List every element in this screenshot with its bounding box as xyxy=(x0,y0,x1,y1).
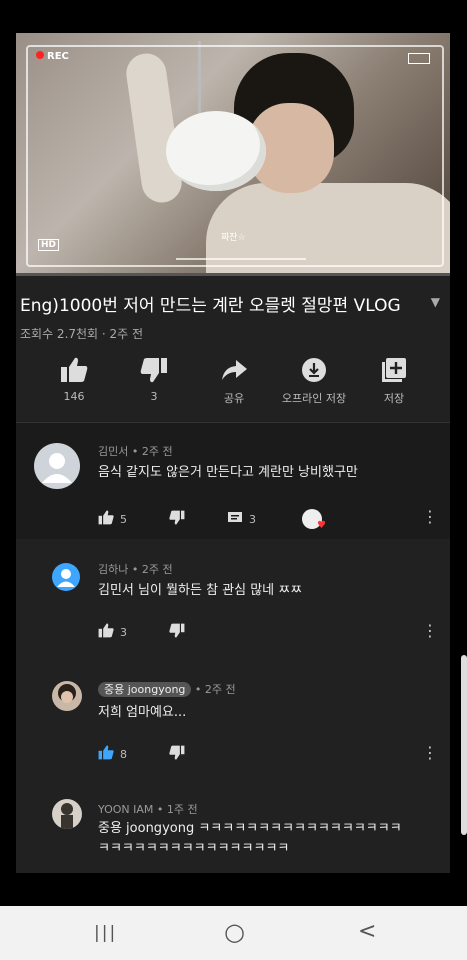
offline-save-button[interactable]: 오프라인 저장 xyxy=(274,353,354,406)
thumbs-down-icon xyxy=(114,353,194,387)
youtube-screen: REC HD 짜잔☆ Eng)1000번 저어 만드는 계란 오믈렛 절망편 V… xyxy=(16,33,450,873)
creator-heart-icon: ♥ xyxy=(302,509,326,531)
android-navigation-bar: ||| ○ < xyxy=(0,906,467,960)
share-button[interactable]: 공유 xyxy=(194,353,274,406)
avatar[interactable] xyxy=(52,799,82,829)
comment-item: 김민서 • 2주 전 음식 같지도 않은거 만든다고 계란만 낭비했구만 5 3… xyxy=(16,423,450,539)
more-options-icon[interactable]: ⋮ xyxy=(422,743,438,762)
thumbs-up-icon xyxy=(34,353,114,387)
thumbs-up-icon[interactable] xyxy=(98,510,114,528)
comment-actions: 8 xyxy=(98,745,185,763)
recent-apps-button[interactable]: ||| xyxy=(94,923,117,943)
dislike-button[interactable]: 3 xyxy=(114,353,194,403)
comment-text-line-1: 중용 joongyong ㅋㅋㅋㅋㅋㅋㅋㅋㅋㅋㅋㅋㅋㅋㅋㅋㅋ xyxy=(98,821,402,836)
thumbs-up-icon[interactable] xyxy=(98,745,114,763)
comment-author[interactable]: YOON IAM • 1주 전 xyxy=(98,801,198,817)
rec-indicator: REC xyxy=(36,51,69,62)
save-to-playlist-button[interactable]: 저장 xyxy=(354,353,434,406)
more-options-icon[interactable]: ⋮ xyxy=(422,621,438,640)
like-count: 146 xyxy=(63,390,85,403)
avatar[interactable] xyxy=(52,681,82,711)
video-meta: 조회수 2.7천회 · 2주 전 xyxy=(20,327,144,341)
comment-text: 음식 같지도 않은거 만든다고 계란만 낭비했구만 xyxy=(98,465,358,480)
comment-author[interactable]: 중용 joongyong • 2주 전 xyxy=(98,681,236,697)
reply-item: 중용 joongyong • 2주 전 저희 엄마예요... 8 ⋮ xyxy=(16,673,450,783)
video-player[interactable]: REC HD 짜잔☆ xyxy=(16,33,450,276)
thumbs-down-icon[interactable] xyxy=(169,510,185,528)
video-progress-bar[interactable] xyxy=(16,273,450,276)
reply-count: 3 xyxy=(249,512,256,526)
video-title: Eng)1000번 저어 만드는 계란 오믈렛 절망편 VLOG xyxy=(20,296,401,316)
reply-item: YOON IAM • 1주 전 중용 joongyong ㅋㅋㅋㅋㅋㅋㅋㅋㅋㅋㅋ… xyxy=(16,795,450,873)
battery-icon xyxy=(408,53,430,64)
action-bar: 146 3 공유 오프라인 저장 저장 xyxy=(16,353,450,433)
comment-author[interactable]: 김민서 • 2주 전 xyxy=(98,443,173,459)
save-label: 저장 xyxy=(383,392,405,405)
download-icon xyxy=(274,353,354,387)
add-to-playlist-icon xyxy=(354,353,434,387)
viewfinder-scale xyxy=(176,258,306,260)
like-count: 3 xyxy=(120,625,127,639)
comment-time: • 2주 전 xyxy=(194,683,236,696)
rec-label: REC xyxy=(47,51,69,62)
thumbs-down-icon[interactable] xyxy=(169,745,185,763)
hd-badge: HD xyxy=(38,239,60,251)
comment-text: 저희 엄마예요... xyxy=(98,705,187,720)
thumbs-up-icon[interactable] xyxy=(98,623,114,641)
back-button[interactable]: < xyxy=(358,919,376,944)
avatar[interactable] xyxy=(34,443,80,489)
reply-icon[interactable] xyxy=(227,511,243,528)
avatar[interactable] xyxy=(52,563,80,591)
like-count: 5 xyxy=(120,512,127,526)
creator-badge[interactable]: 중용 joongyong xyxy=(98,682,192,697)
scrollbar-thumb[interactable] xyxy=(461,655,467,835)
expand-chevron-icon[interactable]: ▼ xyxy=(431,295,440,309)
reply-item: 김하나 • 2주 전 김민서 님이 뭘하든 참 관심 많네 ㅉㅉ 3 ⋮ xyxy=(16,553,450,663)
like-count: 8 xyxy=(120,747,127,761)
home-button[interactable]: ○ xyxy=(224,918,245,946)
thumbs-down-icon[interactable] xyxy=(169,623,185,641)
comment-text: 김민서 님이 뭘하든 참 관심 많네 ㅉㅉ xyxy=(98,583,303,598)
comment-author[interactable]: 김하나 • 2주 전 xyxy=(98,561,173,577)
comment-actions: 3 xyxy=(98,623,185,641)
video-caption-tag: 짜잔☆ xyxy=(221,233,246,243)
dislike-count: 3 xyxy=(150,390,158,403)
comment-actions: 5 3 ♥ xyxy=(98,509,326,531)
comment-text-line-2: ㅋㅋㅋㅋㅋㅋㅋㅋㅋㅋㅋㅋㅋㅋㅋㅋ xyxy=(98,841,290,856)
share-icon xyxy=(194,353,274,387)
more-options-icon[interactable]: ⋮ xyxy=(422,507,438,526)
rec-dot-icon xyxy=(36,51,44,59)
offline-save-label: 오프라인 저장 xyxy=(281,392,347,405)
like-button[interactable]: 146 xyxy=(34,353,114,403)
share-label: 공유 xyxy=(223,392,245,405)
